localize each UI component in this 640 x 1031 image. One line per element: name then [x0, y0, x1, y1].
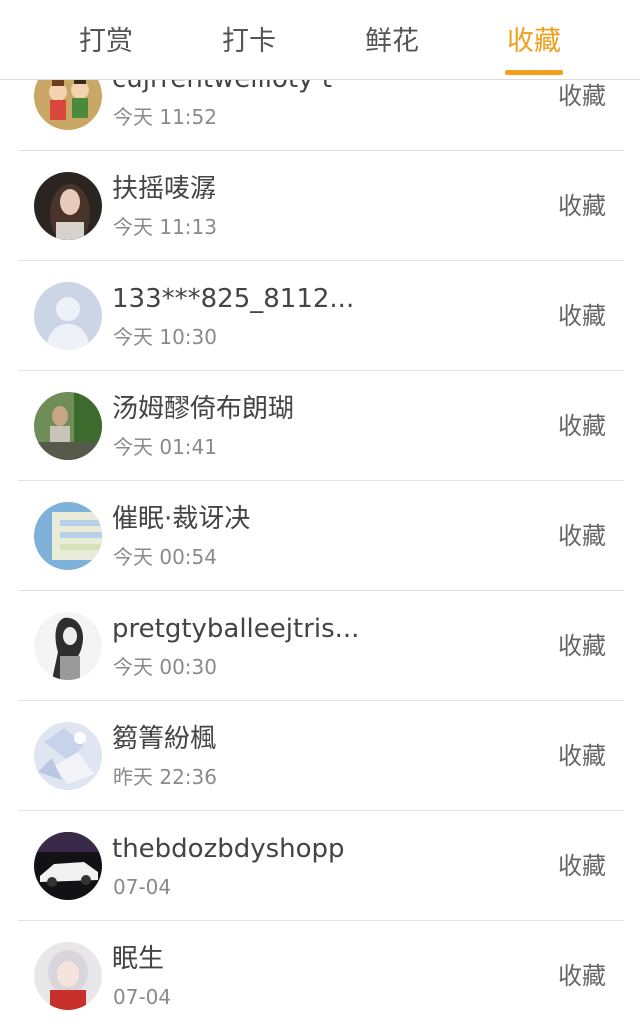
car-avatar[interactable]: [34, 832, 102, 900]
timestamp: 07-04: [113, 985, 172, 1009]
anime-girl-avatar[interactable]: [34, 942, 102, 1010]
favorite-label: 收藏: [558, 412, 606, 440]
favorites-list: cujrrentwellioty t 今天 11:52 收藏 扶摇唛潺 今天 1…: [0, 41, 640, 1031]
woman-portrait-avatar[interactable]: [34, 172, 102, 240]
user-name: 133***825_8112...: [112, 284, 355, 314]
tab-bar: 打赏 打卡 鲜花 收藏: [0, 0, 640, 80]
crystal-pattern-avatar[interactable]: [34, 722, 102, 790]
list-item[interactable]: 汤姆醪倚布朗瑚 今天 01:41 收藏: [0, 371, 640, 481]
favorite-label: 收藏: [558, 302, 606, 330]
user-name: 眠生: [112, 944, 165, 974]
timestamp: 今天 00:54: [113, 545, 217, 569]
timestamp: 今天 11:13: [113, 215, 217, 239]
list-item[interactable]: 眠生 07-04 收藏: [0, 921, 640, 1031]
user-name: 扶摇唛潺: [112, 174, 217, 204]
tab-favorites[interactable]: 收藏: [474, 22, 594, 62]
timestamp: 07-04: [113, 875, 172, 899]
favorite-label: 收藏: [558, 192, 606, 220]
favorite-label: 收藏: [558, 852, 606, 880]
default-user-avatar[interactable]: [34, 282, 102, 350]
tab-reward[interactable]: 打赏: [46, 22, 166, 62]
list-item[interactable]: 133***825_8112... 今天 10:30 收藏: [0, 261, 640, 371]
timestamp: 今天 01:41: [113, 435, 217, 459]
timestamp: 今天 10:30: [113, 325, 217, 349]
active-tab-indicator: [505, 70, 563, 75]
list-item[interactable]: pretgtyballeejtris... 今天 00:30 收藏: [0, 591, 640, 701]
list-item[interactable]: thebdozbdyshopp 07-04 收藏: [0, 811, 640, 921]
user-name: pretgtyballeejtris...: [112, 614, 360, 644]
user-name: thebdozbdyshopp: [112, 834, 345, 864]
user-name: 篘箐紛楓: [112, 724, 217, 754]
user-name: 汤姆醪倚布朗瑚: [112, 394, 295, 424]
favorite-label: 收藏: [558, 522, 606, 550]
blurry-blue-avatar[interactable]: [34, 502, 102, 570]
timestamp: 今天 00:30: [113, 655, 217, 679]
timestamp: 昨天 22:36: [113, 765, 217, 789]
favorite-label: 收藏: [558, 82, 606, 110]
favorite-label: 收藏: [558, 742, 606, 770]
list-item[interactable]: 扶摇唛潺 今天 11:13 收藏: [0, 151, 640, 261]
user-name: 催眠·裁讶决: [112, 504, 251, 534]
tab-flowers[interactable]: 鲜花: [332, 22, 452, 62]
sketch-girl-avatar[interactable]: [34, 612, 102, 680]
tab-checkin[interactable]: 打卡: [189, 22, 309, 62]
favorite-label: 收藏: [558, 632, 606, 660]
list-item[interactable]: 篘箐紛楓 昨天 22:36 收藏: [0, 701, 640, 811]
timestamp: 今天 11:52: [113, 105, 217, 129]
favorite-label: 收藏: [558, 962, 606, 990]
list-item[interactable]: 催眠·裁讶决 今天 00:54 收藏: [0, 481, 640, 591]
person-outdoor-avatar[interactable]: [34, 392, 102, 460]
